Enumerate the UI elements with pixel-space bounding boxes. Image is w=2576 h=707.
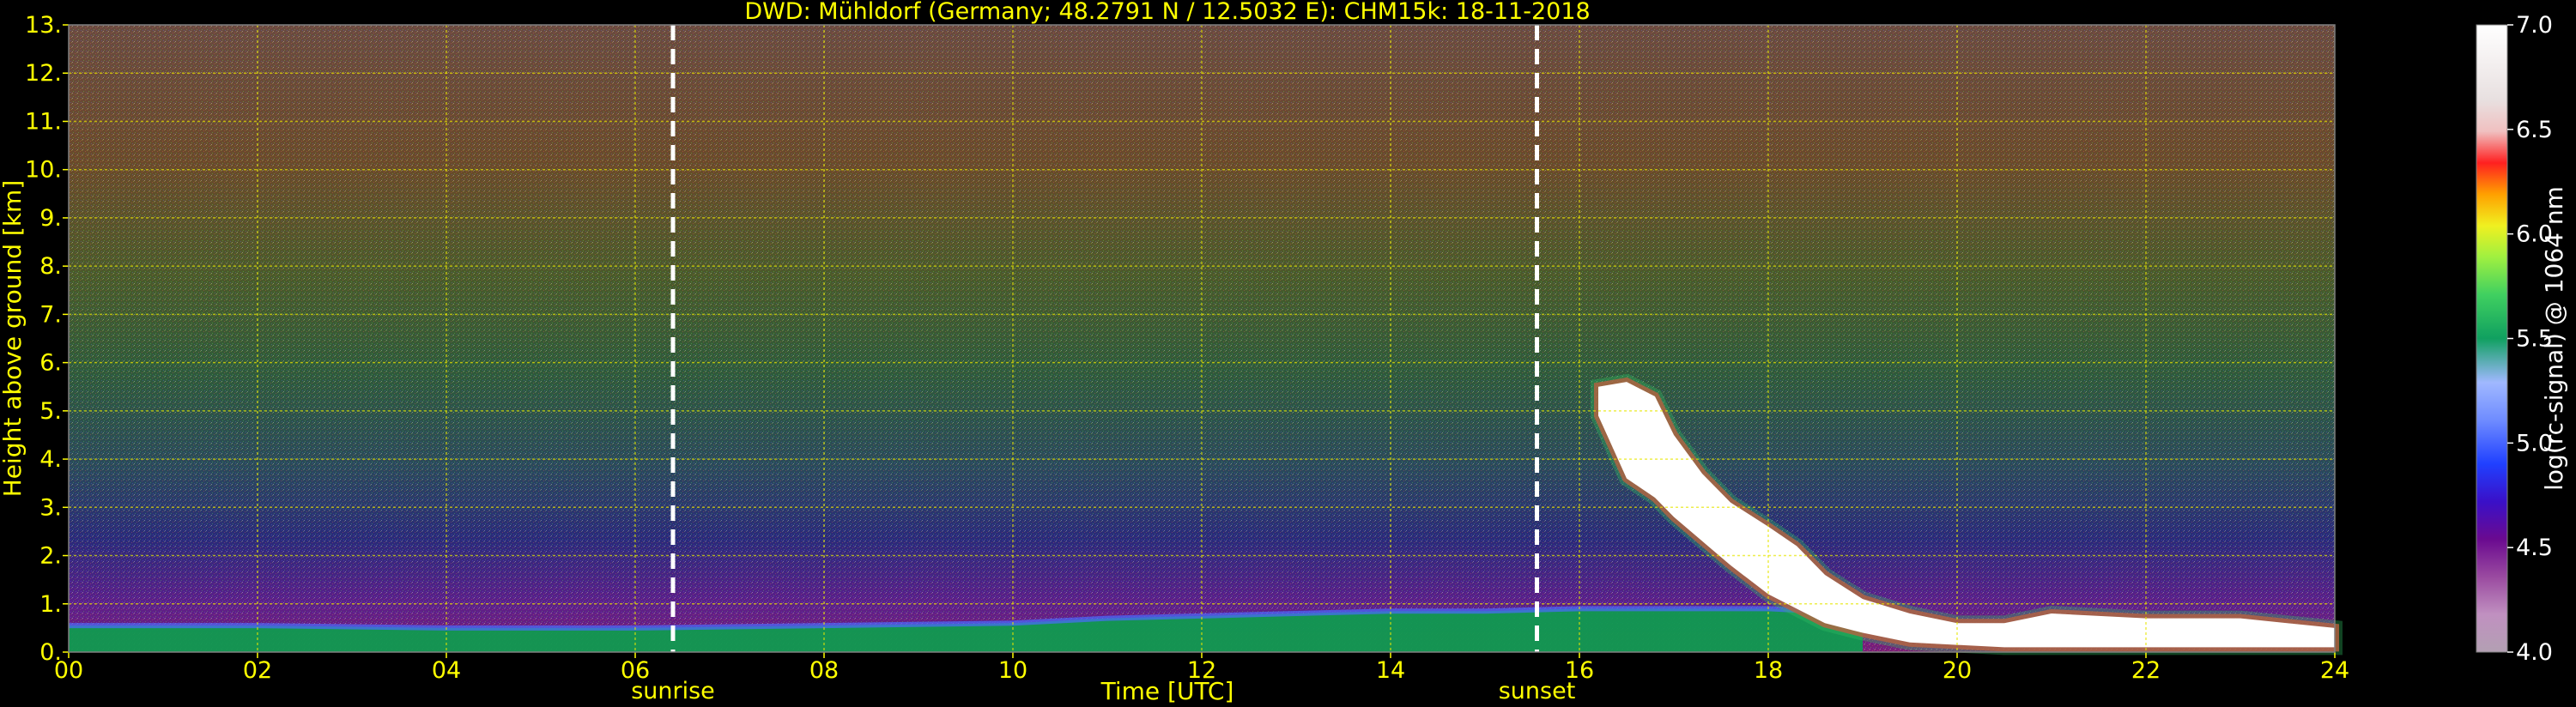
colorbar [2476,25,2507,652]
colorbar-tick-label: 4.0 [2516,639,2553,666]
y-tick-label: 7. [39,301,62,328]
x-tick-label: 14 [1376,657,1405,684]
x-tick-label: 02 [243,657,272,684]
colorbar-label: log(rc-signal) @ 1064 nm [2540,186,2568,491]
y-tick-label: 13. [25,12,62,39]
y-tick-label: 9. [39,205,62,232]
lidar-chart-svg: 00 02 04 06 08 10 12 14 16 18 20 22 240.1.2.3.4.5.6.… [0,0,2568,705]
y-tick-label: 0. [39,639,62,666]
x-tick-label: 24 [2320,657,2349,684]
chart-title: DWD: Mühldorf (Germany; 48.2791 N / 12.5… [744,0,1590,25]
y-tick-label: 8. [39,253,62,280]
y-tick-label: 6. [39,350,62,377]
lidar-quicklook: 00 02 04 06 08 10 12 14 16 18 20 22 24 0. 1. 2. 3. 4. 5. 6.… [0,0,2576,707]
y-tick-label: 5. [39,398,62,425]
colorbar-tick-label: 7.0 [2516,12,2553,39]
y-tick-label: 12. [25,60,62,87]
y-tick-label: 1. [39,591,62,618]
x-tick-label: 08 [809,657,839,684]
x-tick-label: 18 [1754,657,1783,684]
sunset-label: sunset [1499,678,1576,704]
x-tick-label: 20 [1943,657,1972,684]
colorbar-tick-label: 4.5 [2516,535,2553,561]
y-tick-label: 11. [25,108,62,135]
y-tick-label: 4. [39,446,62,473]
x-axis-label: Time [UTC] [1100,677,1234,705]
colorbar-tick-label: 6.5 [2516,117,2553,143]
y-tick-label: 2. [39,543,62,570]
x-tick-label: 22 [2131,657,2161,684]
y-axis-label: Height above ground [km] [0,180,27,498]
x-tick-label: 04 [432,657,461,684]
x-tick-label: 10 [998,657,1027,684]
y-tick-label: 3. [39,494,62,521]
y-tick-label: 10. [25,157,62,184]
sunrise-label: sunrise [631,678,715,704]
